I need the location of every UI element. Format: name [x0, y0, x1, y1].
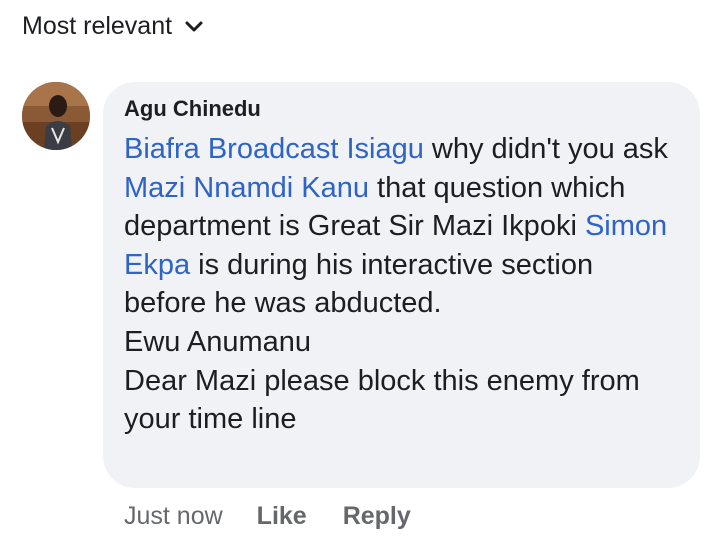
comment: Agu Chinedu Biafra Broadcast Isiagu why … — [22, 82, 700, 488]
comment-author[interactable]: Agu Chinedu — [124, 94, 680, 124]
comment-text-segment: Ewu Anumanu — [124, 325, 312, 358]
comment-actions: Just now Like Reply — [124, 502, 447, 531]
sort-dropdown[interactable]: Most relevant — [22, 12, 204, 41]
comment-timestamp[interactable]: Just now — [124, 502, 223, 531]
mention-link[interactable]: Biafra Broadcast Isiagu — [124, 133, 424, 165]
avatar[interactable] — [22, 82, 90, 150]
like-button[interactable]: Like — [257, 502, 307, 531]
comment-bubble: Agu Chinedu Biafra Broadcast Isiagu why … — [103, 82, 700, 488]
profile-photo-icon — [22, 82, 90, 150]
comment-text-segment: is during his interactive section before… — [124, 248, 594, 320]
sort-label: Most relevant — [22, 12, 173, 40]
comment-text-segment: Dear Mazi please block this enemy from y… — [124, 364, 640, 436]
mention-link[interactable]: Mazi Nnamdi Kanu — [124, 172, 369, 204]
reply-button[interactable]: Reply — [343, 502, 411, 531]
chevron-down-icon — [185, 21, 203, 31]
comment-text-segment: why didn't you ask — [423, 133, 668, 165]
comment-text: Biafra Broadcast Isiagu why didn't you a… — [124, 130, 680, 439]
